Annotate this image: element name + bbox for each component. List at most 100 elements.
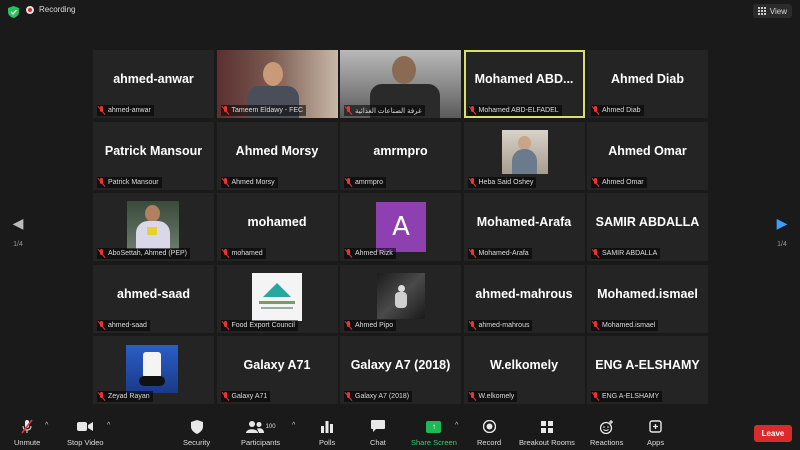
participant-name-label: Mohamed-Arafa [467, 248, 532, 259]
view-button[interactable]: View [752, 4, 792, 18]
muted-microphone-icon [469, 320, 476, 330]
participants-icon: 100 [245, 418, 276, 435]
participant-tile[interactable]: ahmed-mahrous ahmed-mahrous [463, 264, 585, 333]
participant-tile[interactable]: SAMIR ABDALLA SAMIR ABDALLA [587, 193, 708, 261]
participant-display-name: ahmed-saad [117, 286, 190, 301]
encryption-shield-icon[interactable] [8, 6, 19, 18]
participant-tile[interactable]: mohamed mohamed [216, 193, 338, 261]
participant-name: Galaxy A71 [231, 393, 268, 400]
participant-name-label: Ahmed Morsy [220, 176, 278, 188]
participant-tile[interactable]: Ahmed Omar Ahmed Omar [587, 121, 708, 190]
participant-tile[interactable]: Ahmed Diab Ahmed Diab [587, 50, 708, 118]
participant-name-label: AboSettah, Ahmed (PEP) [97, 248, 190, 259]
participant-name-label: ahmed-mahrous [467, 319, 533, 331]
participant-tile[interactable]: ahmed-anwar ahmed-anwar [93, 50, 214, 118]
breakout-rooms-button[interactable]: Breakout Rooms [519, 418, 575, 447]
participant-tile[interactable]: غرفة الصناعات الغذائية [340, 50, 461, 118]
participant-name: SAMIR ABDALLA [602, 250, 658, 257]
participant-name-label: Ahmed Pipo [344, 319, 397, 331]
participant-name: Mohamed ABD-ELFADEL [478, 107, 559, 114]
meeting-toolbar: Unmute ^ Stop Video ^ Security 100 Parti… [0, 414, 800, 450]
page-indicator-left: 1/4 [13, 241, 23, 248]
security-button[interactable]: Security [183, 418, 210, 447]
participant-tile[interactable]: Zeyad Rayan [93, 336, 214, 404]
muted-microphone-icon [469, 106, 476, 115]
participant-display-name: Mohamed.ismael [597, 286, 698, 301]
leave-button[interactable]: Leave [754, 425, 792, 442]
participants-button[interactable]: 100 Participants [241, 418, 280, 447]
participant-name: amrmpro [355, 178, 384, 186]
participant-name: Ahmed Pipo [355, 321, 394, 329]
participant-tile[interactable]: Mohamed.ismael Mohamed.ismael [587, 264, 708, 333]
participant-tile[interactable]: Mohamed-Arafa Mohamed-Arafa [463, 193, 585, 261]
participant-display-name: Mohamed-Arafa [476, 215, 572, 229]
muted-microphone-icon [345, 106, 352, 115]
participant-tile[interactable]: Patrick Mansour Patrick Mansour [93, 121, 214, 190]
participant-tile[interactable]: Tameem Eldawy - FEC [216, 50, 338, 118]
participants-options-caret-icon[interactable]: ^ [292, 422, 295, 429]
recording-indicator[interactable]: Recording [26, 5, 75, 14]
participant-tile[interactable]: Food Export Council [216, 264, 338, 333]
participant-tile[interactable]: ENG A-ELSHAMY ENG A-ELSHAMY [587, 336, 708, 404]
participant-tile[interactable]: Mohamed ABD... Mohamed ABD-ELFADEL [463, 50, 585, 118]
participant-display-name: ahmed-mahrous [475, 286, 573, 301]
participant-tile[interactable]: AboSettah, Ahmed (PEP) [93, 193, 214, 261]
previous-page-button[interactable]: ◀ 1/4 [8, 215, 28, 248]
participant-tile[interactable]: A Ahmed Rizk [340, 193, 461, 261]
participant-tile[interactable]: Galaxy A7 (2018) Galaxy A7 (2018) [340, 336, 461, 404]
participant-display-name: SAMIR ABDALLA [595, 215, 700, 229]
participant-name: ahmed-anwar [108, 107, 151, 114]
participant-name: Ahmed Morsy [231, 178, 275, 186]
participant-name-label: amrmpro [344, 176, 387, 188]
reactions-button[interactable]: Reactions [590, 418, 623, 447]
letter-avatar: A [376, 202, 426, 252]
unmute-button[interactable]: Unmute [14, 418, 40, 447]
participant-tile[interactable]: Ahmed Pipo [340, 264, 461, 333]
share-options-caret-icon[interactable]: ^ [455, 422, 458, 429]
audio-options-caret-icon[interactable]: ^ [45, 422, 48, 429]
muted-microphone-icon [21, 418, 33, 435]
participant-name-label: Ahmed Omar [591, 176, 647, 188]
participant-name: ENG A-ELSHAMY [602, 393, 660, 400]
muted-microphone-icon [98, 106, 105, 115]
stop-video-button[interactable]: Stop Video [67, 418, 104, 447]
participant-display-name: mohamed [247, 215, 307, 229]
chat-bubble-icon [370, 418, 385, 435]
participant-tile[interactable]: Heba Said Oshey [463, 121, 585, 190]
participant-name: Ahmed Rizk [355, 250, 393, 257]
polls-button[interactable]: Polls [319, 418, 335, 447]
reactions-label: Reactions [590, 438, 624, 447]
next-page-button[interactable]: ▶ 1/4 [772, 215, 792, 248]
record-button[interactable]: Record [477, 418, 501, 447]
participant-tile[interactable]: W.elkomely W.elkomely [463, 336, 585, 404]
participant-tile[interactable]: Galaxy A71 Galaxy A71 [216, 336, 338, 404]
participant-name: غرفة الصناعات الغذائية [355, 107, 422, 115]
participant-tile[interactable]: ahmed-saad ahmed-saad [93, 264, 214, 333]
muted-microphone-icon [222, 392, 229, 401]
participant-name-label: SAMIR ABDALLA [591, 248, 661, 259]
participant-name-label: Galaxy A7 (2018) [344, 391, 413, 402]
participants-label: Participants [241, 438, 281, 447]
participant-tile[interactable]: amrmpro amrmpro [340, 121, 461, 190]
apps-button[interactable]: Apps [647, 418, 664, 447]
video-options-caret-icon[interactable]: ^ [107, 422, 110, 429]
participant-name: Mohamed.ismael [602, 321, 656, 329]
participant-name-label: Galaxy A71 [220, 391, 271, 402]
muted-microphone-icon [345, 392, 352, 401]
participant-name-label: W.elkomely [467, 391, 518, 402]
chat-button[interactable]: Chat [370, 418, 386, 447]
participant-name-label: ahmed-saad [97, 319, 150, 331]
breakout-rooms-icon [540, 418, 553, 435]
muted-microphone-icon [98, 177, 105, 187]
share-screen-icon: ↑ [426, 418, 442, 435]
participant-display-name: Ahmed Diab [611, 72, 684, 86]
participant-name: Ahmed Diab [602, 107, 641, 114]
muted-microphone-icon [592, 177, 599, 187]
participant-name: Ahmed Omar [602, 178, 644, 186]
participant-name: Heba Said Oshey [478, 178, 534, 186]
participant-name: AboSettah, Ahmed (PEP) [108, 250, 187, 257]
participant-display-name: Galaxy A71 [243, 358, 311, 372]
share-screen-button[interactable]: ↑ Share Screen [411, 418, 457, 447]
participant-tile[interactable]: Ahmed Morsy Ahmed Morsy [216, 121, 338, 190]
participant-name-label: ahmed-anwar [97, 105, 154, 116]
